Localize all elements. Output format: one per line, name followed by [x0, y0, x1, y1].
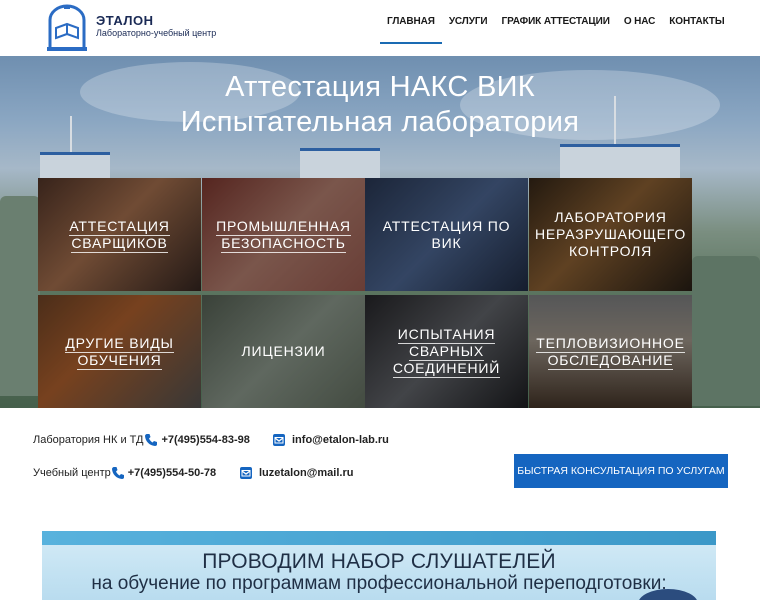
tile-welder-certification[interactable]: Аттестация сварщиков [38, 178, 201, 291]
edu-email-row: luzetalon@mail.ru [239, 466, 353, 480]
edu-contact-row: Учебный центр +7(495)554-50-78 [33, 466, 216, 480]
tile-thermal-inspection[interactable]: Тепловизионное обследование [529, 295, 692, 408]
tile-label: Аттестация по ВИК [382, 217, 511, 251]
phone-icon [111, 467, 124, 479]
nav-item-schedule[interactable]: ГРАФИК АТТЕСТАЦИИ [495, 0, 617, 44]
edu-phone-link[interactable]: +7(495)554-50-78 [128, 467, 216, 479]
building-decoration [300, 148, 380, 182]
tile-label: Испытания сварных соединений [392, 326, 501, 378]
recruitment-banner[interactable]: ПРОВОДИМ НАБОР СЛУШАТЕЛЕЙ на обучение по… [42, 531, 716, 600]
tile-label: Тепловизионное обследование [536, 334, 685, 370]
quick-consultation-button[interactable]: БЫСТРАЯ КОНСУЛЬТАЦИЯ ПО УСЛУГАМ [514, 454, 728, 488]
logo-title[interactable]: ЭТАЛОН [96, 13, 154, 28]
banner-stripe [42, 531, 716, 545]
tile-industrial-safety[interactable]: Промышленная безопасность [202, 178, 365, 291]
logo-subtitle: Лабораторно-учебный центр [96, 28, 217, 38]
tile-ndt-laboratory[interactable]: Лаборатория неразрушающего контроля [529, 178, 692, 291]
nav-item-about[interactable]: О НАС [617, 0, 662, 44]
pipe-decoration [692, 256, 760, 406]
banner-headline: ПРОВОДИМ НАБОР СЛУШАТЕЛЕЙ [202, 550, 556, 573]
tile-label: Промышленная безопасность [216, 217, 351, 253]
lab-label: Лаборатория НК и ТД [33, 434, 144, 446]
lab-phone-link[interactable]: +7(495)554-83-98 [161, 434, 249, 446]
tile-label: Лицензии [241, 343, 326, 359]
lab-email-link[interactable]: info@etalon-lab.ru [292, 434, 389, 446]
hero-section: Аттестация НАКС ВИК Испытательная лабора… [0, 56, 760, 408]
edu-label: Учебный центр [33, 467, 111, 479]
main-nav: ГЛАВНАЯ УСЛУГИ ГРАФИК АТТЕСТАЦИИ О НАС К… [380, 0, 732, 44]
contacts-section: Лаборатория НК и ТД +7(495)554-83-98 inf… [0, 408, 760, 508]
tile-weld-testing[interactable]: Испытания сварных соединений [365, 295, 528, 408]
tile-label: Другие виды обучения [65, 334, 174, 370]
edu-email-link[interactable]: luzetalon@mail.ru [259, 467, 353, 479]
tile-label: Аттестация сварщиков [69, 217, 170, 253]
phone-icon [145, 434, 158, 446]
hero-title-line1: Аттестация НАКС ВИК [225, 71, 535, 103]
nav-item-contacts[interactable]: КОНТАКТЫ [662, 0, 731, 44]
nav-item-services[interactable]: УСЛУГИ [442, 0, 495, 44]
email-icon [240, 467, 252, 479]
lab-email-row: info@etalon-lab.ru [272, 433, 389, 447]
tile-licenses[interactable]: Лицензии [202, 295, 365, 408]
logo-icon[interactable] [44, 4, 90, 52]
lab-contact-row: Лаборатория НК и ТД +7(495)554-83-98 [33, 433, 250, 447]
tile-other-training[interactable]: Другие виды обучения [38, 295, 201, 408]
tile-label: Лаборатория неразрушающего контроля [534, 209, 687, 259]
hero-title-line2: Испытательная лаборатория [180, 106, 580, 138]
pipe-decoration [0, 196, 40, 396]
building-decoration [560, 144, 680, 182]
banner-subline: на обучение по программам профессиональн… [91, 573, 667, 594]
email-icon [273, 434, 285, 446]
site-header: ЭТАЛОН Лабораторно-учебный центр ГЛАВНАЯ… [0, 0, 760, 56]
tile-vik-certification[interactable]: Аттестация по ВИК [365, 178, 528, 291]
nav-item-home[interactable]: ГЛАВНАЯ [380, 0, 442, 44]
